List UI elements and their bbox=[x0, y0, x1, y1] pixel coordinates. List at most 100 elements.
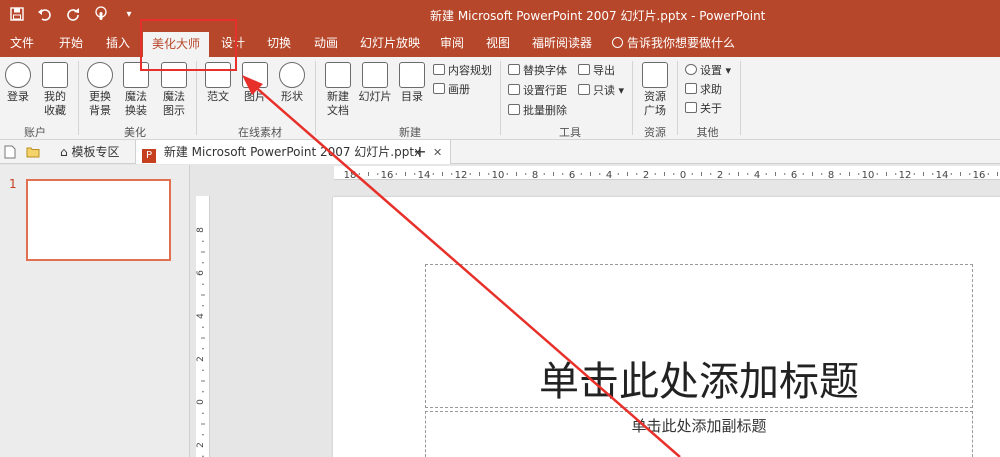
export-label: 导出 bbox=[593, 64, 615, 77]
picture-button[interactable]: 图片 bbox=[241, 62, 269, 104]
slide-thumbnail-pane: 1 bbox=[0, 165, 190, 457]
read-only-button[interactable]: 只读 ▾ bbox=[578, 82, 624, 100]
shape-button[interactable]: 形状 bbox=[278, 62, 306, 104]
album-icon bbox=[433, 83, 445, 94]
font-icon bbox=[508, 64, 520, 75]
ruler-tick bbox=[479, 172, 480, 176]
slides-button[interactable]: 幻灯片 bbox=[357, 62, 393, 104]
ruler-tick bbox=[201, 251, 205, 253]
table-of-contents-button[interactable]: 目录 bbox=[398, 62, 426, 104]
magic-swap-label-1: 魔法 bbox=[125, 90, 147, 103]
batch-delete-button[interactable]: 批量删除 bbox=[508, 102, 567, 120]
picture-label: 图片 bbox=[244, 90, 266, 103]
my-favorites-button[interactable]: 我的 收藏 bbox=[40, 62, 70, 118]
ruler-tick-label: 0 bbox=[680, 170, 686, 181]
ruler-tick bbox=[802, 173, 804, 175]
ruler-tick bbox=[747, 173, 749, 175]
slide-clock-icon bbox=[362, 62, 388, 88]
ruler-tick bbox=[580, 173, 582, 175]
about-button[interactable]: 关于 bbox=[685, 100, 722, 118]
title-placeholder-text: 单击此处添加标题 bbox=[539, 359, 859, 405]
template-label: 范文 bbox=[207, 90, 229, 103]
group-separator bbox=[500, 61, 501, 135]
undo-icon[interactable] bbox=[36, 5, 54, 23]
ruler-tick bbox=[839, 173, 841, 175]
ruler-tick bbox=[414, 173, 416, 175]
open-folder-icon[interactable] bbox=[26, 140, 44, 164]
chat-icon bbox=[685, 83, 697, 94]
replace-font-label: 替换字体 bbox=[523, 64, 567, 77]
tab-animations[interactable]: 动画 bbox=[308, 30, 344, 57]
document-tab-bar: ⌂ 模板专区 P 新建 Microsoft PowerPoint 2007 幻灯… bbox=[0, 140, 1000, 164]
lock-icon bbox=[578, 84, 590, 95]
ruler-tick bbox=[876, 173, 878, 175]
ruler-tick bbox=[858, 173, 860, 175]
tab-review[interactable]: 审阅 bbox=[436, 30, 468, 57]
album-button[interactable]: 画册 bbox=[433, 81, 470, 99]
favorites-folder-icon bbox=[42, 62, 68, 88]
slide-thumbnail[interactable] bbox=[26, 179, 171, 261]
title-placeholder[interactable]: 单击此处添加标题 bbox=[425, 264, 973, 408]
favorites-label-2: 收藏 bbox=[44, 104, 66, 117]
change-background-button[interactable]: 更换 背景 bbox=[86, 62, 114, 118]
settings-button[interactable]: 设置 ▾ bbox=[685, 62, 731, 80]
redo-icon[interactable] bbox=[64, 5, 82, 23]
tab-slideshow[interactable]: 幻灯片放映 bbox=[358, 30, 422, 57]
ruler-tick bbox=[432, 173, 434, 175]
help-button[interactable]: 求助 bbox=[685, 81, 722, 99]
new-file-icon[interactable] bbox=[4, 140, 20, 164]
tell-me-box[interactable]: 告诉我你想要做什么 bbox=[612, 30, 735, 57]
replace-font-button[interactable]: 替换字体 bbox=[508, 62, 567, 80]
resource-plaza-button[interactable]: 资源 广场 bbox=[640, 62, 670, 118]
tab-file[interactable]: 文件 bbox=[6, 30, 38, 57]
ruler-tick bbox=[202, 434, 204, 436]
batch-delete-label: 批量删除 bbox=[523, 104, 567, 117]
current-document-label: 新建 Microsoft PowerPoint 2007 幻灯片.pptx bbox=[163, 145, 422, 159]
ruler-tick bbox=[202, 240, 204, 242]
line-spacing-button[interactable]: 设置行距 bbox=[508, 82, 567, 100]
ruler-tick bbox=[525, 173, 527, 175]
delete-icon bbox=[508, 104, 520, 115]
ruler-tick bbox=[377, 173, 379, 175]
customize-qat-icon[interactable]: ▾ bbox=[120, 5, 138, 23]
tab-insert[interactable]: 插入 bbox=[101, 30, 135, 57]
ruler-tick bbox=[913, 173, 915, 175]
new-document-button[interactable]: 新建 文档 bbox=[323, 62, 353, 118]
close-icon[interactable]: ✕ bbox=[433, 146, 442, 159]
tab-current-document[interactable]: P 新建 Microsoft PowerPoint 2007 幻灯片.pptx … bbox=[135, 140, 452, 164]
save-icon[interactable] bbox=[8, 5, 26, 23]
ruler-tick bbox=[673, 173, 675, 175]
template-zone-label: 模板专区 bbox=[71, 145, 120, 159]
ruler-tick bbox=[506, 173, 508, 175]
shape-icon bbox=[279, 62, 305, 88]
new-doc-label-1: 新建 bbox=[327, 90, 349, 103]
ruler-tick bbox=[201, 294, 205, 296]
quick-access-toolbar: ▾ bbox=[8, 5, 138, 23]
tab-transitions[interactable]: 切换 bbox=[262, 30, 296, 57]
subtitle-placeholder[interactable]: 单击此处添加副标题 bbox=[425, 411, 973, 457]
tab-template-zone[interactable]: ⌂ 模板专区 bbox=[56, 140, 119, 164]
export-button[interactable]: 导出 bbox=[578, 62, 615, 80]
ruler-tick bbox=[469, 173, 471, 175]
ruler-tick bbox=[636, 173, 638, 175]
settings-label: 设置 bbox=[700, 64, 722, 77]
tab-home[interactable]: 开始 bbox=[54, 30, 88, 57]
ruler-tick bbox=[728, 173, 730, 175]
group-resources-label: 资源 bbox=[644, 126, 666, 139]
ruler-tick bbox=[932, 173, 934, 175]
group-separator bbox=[315, 61, 316, 135]
highlight-box bbox=[140, 19, 237, 71]
picture-icon bbox=[242, 62, 268, 88]
login-button[interactable]: 登录 bbox=[4, 62, 32, 104]
add-tab-button[interactable]: + bbox=[411, 140, 429, 164]
ruler-tick bbox=[997, 172, 998, 176]
grid-icon bbox=[642, 62, 668, 88]
tab-foxit-reader[interactable]: 福昕阅读器 bbox=[530, 30, 594, 57]
tab-view[interactable]: 视图 bbox=[482, 30, 514, 57]
vertical-ruler: 8 6 4 2 0 2 bbox=[196, 196, 210, 457]
ruler-tick bbox=[202, 262, 204, 264]
content-plan-label: 内容规划 bbox=[448, 64, 492, 77]
touch-mode-icon[interactable] bbox=[92, 5, 110, 23]
content-plan-button[interactable]: 内容规划 bbox=[433, 62, 492, 80]
ruler-tick bbox=[960, 172, 961, 176]
